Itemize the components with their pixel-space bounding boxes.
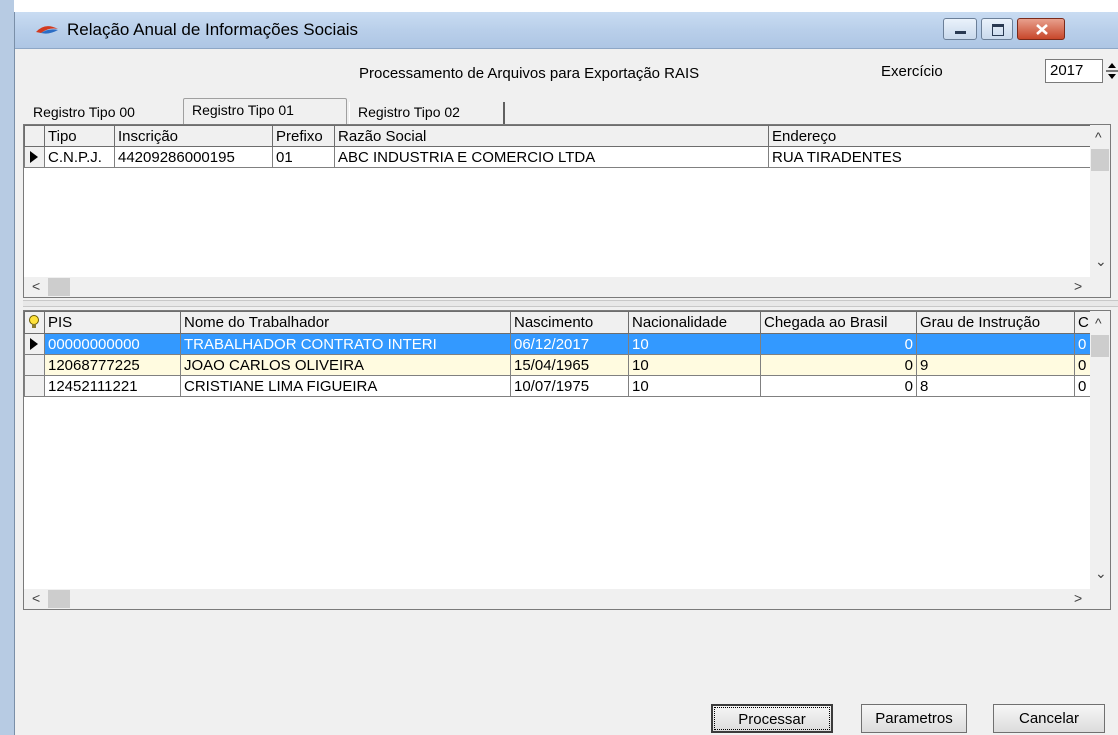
- cell-pis[interactable]: 00000000000: [44, 333, 181, 355]
- row-indicator: [24, 333, 45, 355]
- column-header-grau-instrucao[interactable]: Grau de Instrução: [916, 311, 1075, 334]
- scroll-up-icon[interactable]: ^: [1095, 315, 1102, 331]
- cell-grau-instrucao[interactable]: [916, 333, 1075, 355]
- column-header-endereco[interactable]: Endereço: [768, 125, 1091, 147]
- column-header-nascimento[interactable]: Nascimento: [510, 311, 629, 334]
- title-bar[interactable]: Relação Anual de Informações Sociais: [15, 12, 1118, 49]
- app-logo-icon: [36, 26, 58, 34]
- tab-registro-00[interactable]: Registro Tipo 00: [25, 102, 141, 124]
- column-header-c[interactable]: C: [1074, 311, 1091, 334]
- worker-vertical-scrollbar[interactable]: ^ ⌄: [1090, 311, 1110, 589]
- column-header-nacionalidade[interactable]: Nacionalidade: [628, 311, 761, 334]
- row-indicator: [24, 146, 45, 168]
- scroll-right-icon[interactable]: >: [1074, 590, 1082, 606]
- table-row[interactable]: 00000000000 TRABALHADOR CONTRATO INTERI …: [24, 333, 1091, 355]
- worker-horizontal-scrollbar[interactable]: < >: [24, 589, 1110, 609]
- dialog-frame: Relação Anual de Informações Sociais Pro…: [14, 12, 1118, 735]
- cell-tipo[interactable]: C.N.P.J.: [44, 146, 115, 168]
- scroll-thumb[interactable]: [48, 590, 70, 608]
- cell-nascimento[interactable]: 15/04/1965: [510, 354, 629, 376]
- scroll-down-icon[interactable]: ⌄: [1095, 253, 1107, 270]
- company-grid-header: Tipo Inscrição Prefixo Razão Social Ende…: [24, 125, 1091, 147]
- cancelar-button[interactable]: Cancelar: [993, 704, 1105, 733]
- table-row[interactable]: 12068777225 JOAO CARLOS OLIVEIRA 15/04/1…: [24, 354, 1091, 376]
- cell-c[interactable]: 0: [1074, 375, 1091, 397]
- column-header-prefixo[interactable]: Prefixo: [272, 125, 335, 147]
- column-header-chegada[interactable]: Chegada ao Brasil: [760, 311, 917, 334]
- cell-chegada[interactable]: 0: [760, 354, 917, 376]
- company-grid[interactable]: Tipo Inscrição Prefixo Razão Social Ende…: [23, 124, 1111, 298]
- current-row-icon: [30, 337, 38, 350]
- cell-chegada[interactable]: 0: [760, 375, 917, 397]
- cell-nacionalidade[interactable]: 10: [628, 333, 761, 355]
- exercise-label: Exercício: [881, 63, 943, 80]
- tab-registro-02[interactable]: Registro Tipo 02: [349, 102, 505, 124]
- cell-grau-instrucao[interactable]: 8: [916, 375, 1075, 397]
- minimize-button[interactable]: [943, 18, 977, 40]
- table-row[interactable]: C.N.P.J. 44209286000195 01 ABC INDUSTRIA…: [24, 146, 1091, 168]
- column-header-inscricao[interactable]: Inscrição: [114, 125, 273, 147]
- cell-nome[interactable]: CRISTIANE LIMA FIGUEIRA: [180, 375, 511, 397]
- close-button[interactable]: [1017, 18, 1065, 40]
- desktop-strip: [0, 0, 14, 735]
- current-row-icon: [30, 150, 38, 163]
- column-header-pis[interactable]: PIS: [44, 311, 181, 334]
- window-title: Relação Anual de Informações Sociais: [67, 20, 359, 39]
- cell-nome[interactable]: JOAO CARLOS OLIVEIRA: [180, 354, 511, 376]
- tab-registro-01[interactable]: Registro Tipo 01: [183, 98, 347, 125]
- table-row[interactable]: 12452111221 CRISTIANE LIMA FIGUEIRA 10/0…: [24, 375, 1091, 397]
- cell-nascimento[interactable]: 06/12/2017: [510, 333, 629, 355]
- cell-endereco[interactable]: RUA TIRADENTES: [768, 146, 1091, 168]
- process-label: Processamento de Arquivos para Exportaçã…: [359, 65, 700, 82]
- scroll-thumb[interactable]: [1091, 149, 1109, 171]
- grid-splitter[interactable]: [23, 300, 1118, 307]
- cell-pis[interactable]: 12452111221: [44, 375, 181, 397]
- scroll-right-icon[interactable]: >: [1074, 278, 1082, 294]
- cell-inscricao[interactable]: 44209286000195: [114, 146, 273, 168]
- cell-nacionalidade[interactable]: 10: [628, 375, 761, 397]
- company-horizontal-scrollbar[interactable]: < >: [24, 277, 1110, 297]
- company-vertical-scrollbar[interactable]: ^ ⌄: [1090, 125, 1110, 277]
- scroll-down-icon[interactable]: ⌄: [1095, 565, 1107, 582]
- lightbulb-icon: [29, 315, 39, 328]
- maximize-icon: [992, 24, 1004, 36]
- cell-razao-social[interactable]: ABC INDUSTRIA E COMERCIO LTDA: [334, 146, 769, 168]
- scroll-thumb[interactable]: [48, 278, 70, 296]
- scroll-left-icon[interactable]: <: [32, 278, 40, 294]
- cell-prefixo[interactable]: 01: [272, 146, 335, 168]
- cell-nome[interactable]: TRABALHADOR CONTRATO INTERI: [180, 333, 511, 355]
- cell-pis[interactable]: 12068777225: [44, 354, 181, 376]
- column-header-razao-social[interactable]: Razão Social: [334, 125, 769, 147]
- window: Relação Anual de Informações Sociais Pro…: [0, 0, 1118, 735]
- tab-strip: Registro Tipo 00 Registro Tipo 01 Regist…: [19, 98, 1118, 125]
- cell-c[interactable]: 0: [1074, 354, 1091, 376]
- cell-nacionalidade[interactable]: 10: [628, 354, 761, 376]
- header-row: Processamento de Arquivos para Exportaçã…: [15, 49, 1118, 99]
- parametros-button[interactable]: Parametros: [861, 704, 967, 733]
- year-input[interactable]: 2017: [1045, 59, 1103, 83]
- column-header-nome[interactable]: Nome do Trabalhador: [180, 311, 511, 334]
- scroll-thumb[interactable]: [1091, 335, 1109, 357]
- cell-chegada[interactable]: 0: [760, 333, 917, 355]
- row-indicator-header: [24, 311, 45, 334]
- maximize-button[interactable]: [981, 18, 1013, 40]
- row-indicator-header: [24, 125, 45, 147]
- close-icon: [1036, 24, 1048, 35]
- cell-nascimento[interactable]: 10/07/1975: [510, 375, 629, 397]
- processar-button[interactable]: Processar: [711, 704, 833, 733]
- year-spinner-icon[interactable]: [1105, 59, 1118, 83]
- row-indicator: [24, 354, 45, 376]
- scroll-up-icon[interactable]: ^: [1095, 129, 1102, 145]
- cell-grau-instrucao[interactable]: 9: [916, 354, 1075, 376]
- scroll-left-icon[interactable]: <: [32, 590, 40, 606]
- worker-grid-header: PIS Nome do Trabalhador Nascimento Nacio…: [24, 311, 1091, 334]
- cell-c[interactable]: 0: [1074, 333, 1091, 355]
- worker-grid[interactable]: PIS Nome do Trabalhador Nascimento Nacio…: [23, 310, 1111, 610]
- row-indicator: [24, 375, 45, 397]
- minimize-icon: [955, 31, 966, 34]
- column-header-tipo[interactable]: Tipo: [44, 125, 115, 147]
